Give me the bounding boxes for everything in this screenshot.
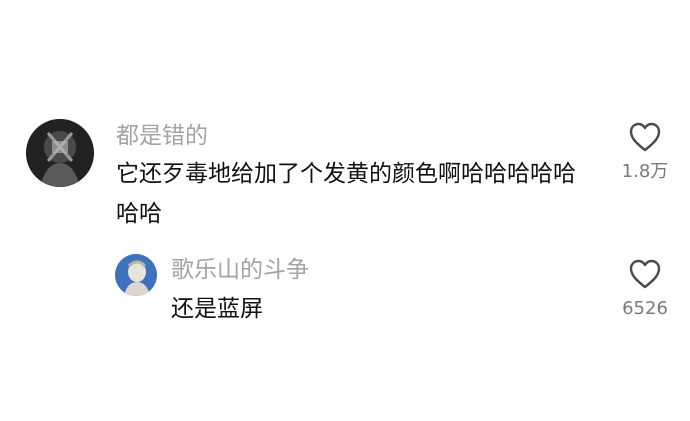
avatar-image <box>115 254 157 296</box>
reply-like-count: 6526 <box>622 298 668 319</box>
reply-comment: 歌乐山的斗争 还是蓝屏 6526 <box>0 0 690 421</box>
reply-text: 还是蓝屏 <box>171 296 263 322</box>
reply-like-button[interactable]: 6526 <box>610 258 680 320</box>
reply-username[interactable]: 歌乐山的斗争 <box>171 257 309 283</box>
reply-avatar[interactable] <box>115 254 157 296</box>
heart-outline-icon <box>629 259 661 289</box>
